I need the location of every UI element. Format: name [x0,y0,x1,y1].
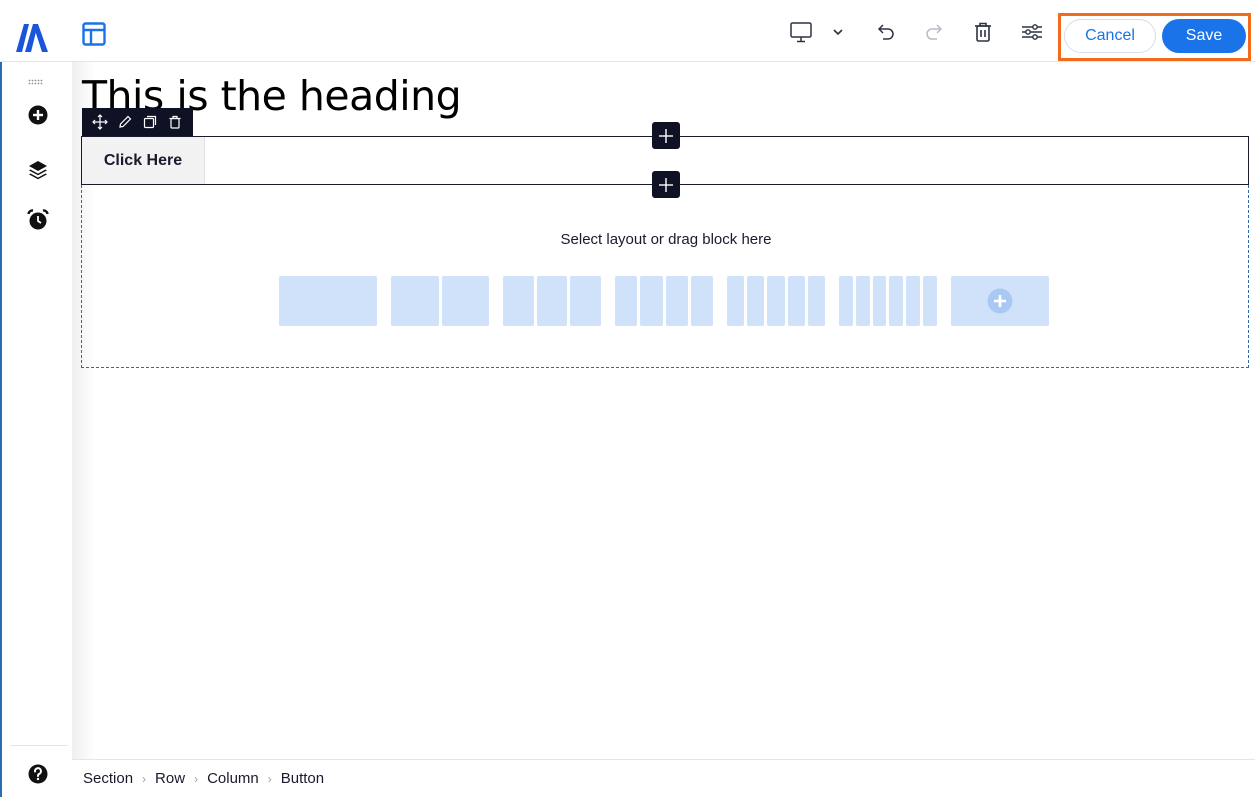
alarm-clock-icon[interactable] [27,209,49,231]
layout-column [906,276,921,326]
layout-5-col[interactable] [727,276,826,326]
layout-column [889,276,904,326]
chevron-down-icon[interactable] [830,18,846,46]
cancel-button[interactable]: Cancel [1064,19,1156,53]
layout-column [570,276,602,326]
duplicate-icon[interactable] [141,113,159,131]
layout-column [923,276,937,326]
layout-2-col[interactable] [391,276,489,326]
click-here-button[interactable]: Click Here [82,137,205,184]
layout-column [690,276,713,326]
brand-logo-icon[interactable] [15,22,51,52]
layout-column [391,276,439,326]
layout-column [787,276,805,326]
breadcrumb-item-section[interactable]: Section [83,770,133,787]
move-icon[interactable] [91,113,109,131]
top-toolbar: Cancel Save [0,0,1255,62]
desktop-icon[interactable] [788,18,814,46]
layout-column [767,276,785,326]
breadcrumb: Section › Row › Column › Button [72,759,1255,797]
undo-icon[interactable] [874,18,898,46]
breadcrumb-item-row[interactable]: Row [155,770,185,787]
add-block-above-button[interactable] [652,122,680,149]
layout-column [279,276,377,326]
layout-column [807,276,826,326]
layout-icon[interactable] [82,22,106,46]
drag-grip-icon[interactable] [28,72,44,85]
layout-column [727,276,745,326]
layout-column [839,276,853,326]
sliders-icon[interactable] [1019,18,1045,46]
layout-options [279,276,1049,326]
sidebar-divider [10,745,68,746]
layout-custom-add[interactable] [951,276,1049,326]
element-toolbar [82,108,193,136]
layout-column [855,276,870,326]
layout-3-col[interactable] [503,276,602,326]
layers-icon[interactable] [27,159,49,181]
layout-column [503,276,534,326]
add-circle-icon [987,288,1013,314]
chevron-right-icon: › [142,771,147,786]
layout-6-col[interactable] [839,276,937,326]
breadcrumb-item-column[interactable]: Column [207,770,259,787]
dropzone-instructions: Select layout or drag block here [560,231,772,248]
layout-column [665,276,688,326]
redo-icon[interactable] [922,18,946,46]
layout-4-col[interactable] [615,276,713,326]
pencil-icon[interactable] [116,113,134,131]
add-circle-icon[interactable] [27,104,49,126]
layout-column [747,276,765,326]
layout-column [615,276,638,326]
help-icon[interactable] [27,763,49,785]
layout-column [640,276,663,326]
layout-dropzone[interactable]: Select layout or drag block here [81,185,1249,368]
layout-column [441,276,489,326]
trash-icon[interactable] [972,18,994,46]
chevron-right-icon: › [194,771,199,786]
layout-column [536,276,568,326]
breadcrumb-item-button[interactable]: Button [281,770,324,787]
chevron-right-icon: › [267,771,272,786]
layout-1-col[interactable] [279,276,377,326]
save-button[interactable]: Save [1162,19,1246,53]
layout-column [872,276,887,326]
delete-icon[interactable] [166,113,184,131]
